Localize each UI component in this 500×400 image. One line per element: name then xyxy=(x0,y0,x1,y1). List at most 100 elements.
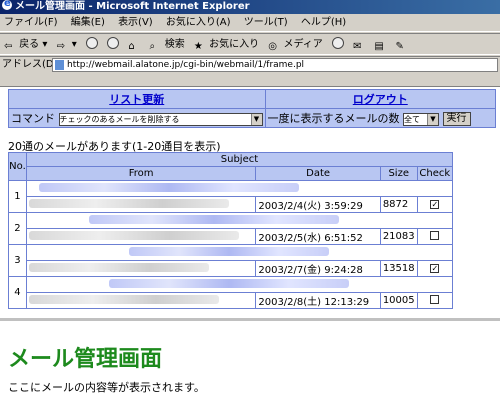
table-row: 3 xyxy=(8,244,454,277)
print-button[interactable]: ▤ xyxy=(374,34,386,56)
from-cell xyxy=(25,196,257,213)
row-checkbox[interactable] xyxy=(430,230,440,240)
history-icon xyxy=(331,37,344,49)
mail-button[interactable]: ✉ xyxy=(353,34,365,56)
menu-file[interactable]: ファイル(F) xyxy=(4,17,58,28)
subject-cell[interactable] xyxy=(25,276,454,293)
command-select-value: チェックのあるメールを削除する xyxy=(59,114,180,124)
favorites-label: お気に入り xyxy=(209,39,260,50)
search-icon: ⌕ xyxy=(149,41,156,52)
content-placeholder-text: ここにメールの内容等が表示されます。 xyxy=(8,381,205,394)
date-cell: 2003/2/4(火) 3:59:29 xyxy=(255,196,381,213)
per-page-select-value: 全て xyxy=(404,114,420,124)
media-label: メディア xyxy=(283,39,323,50)
menu-favorites[interactable]: お気に入り(A) xyxy=(166,17,231,28)
favorites-icon: ★ xyxy=(193,41,203,52)
row-number: 3 xyxy=(8,244,27,277)
subject-cell[interactable] xyxy=(25,212,454,229)
home-icon: ⌂ xyxy=(128,41,135,52)
page-icon xyxy=(55,60,64,70)
subject-link[interactable] xyxy=(88,214,339,224)
row-number: 2 xyxy=(8,212,27,245)
chevron-down-icon: ▼ xyxy=(250,113,262,125)
address-label: アドレス(D) xyxy=(2,59,58,70)
edit-icon: ✎ xyxy=(395,41,404,52)
command-cell: コマンド チェックのあるメールを削除する ▼ xyxy=(8,108,266,128)
date-cell: 2003/2/7(金) 9:24:28 xyxy=(255,260,381,277)
from-cell xyxy=(25,292,257,309)
logout-link[interactable]: ログアウト xyxy=(353,93,408,106)
history-button[interactable] xyxy=(331,34,344,56)
per-page-label: 一度に表示するメールの数 xyxy=(267,112,400,125)
forward-button[interactable]: ⇨ ▾ xyxy=(57,34,77,56)
execute-button[interactable]: 実行 xyxy=(442,112,471,126)
row-checkbox[interactable]: ✓ xyxy=(430,264,440,273)
check-cell xyxy=(416,228,454,245)
subject-link[interactable] xyxy=(108,278,349,288)
back-button[interactable]: ⇦ 戻る ▾ xyxy=(4,34,47,56)
control-table: リスト更新 ログアウト コマンド チェックのあるメールを削除する ▼ 一度に表示… xyxy=(8,89,496,128)
header-no: No. xyxy=(8,152,27,181)
table-row: 2003/2/7(金) 9:24:28 13518 ✓ xyxy=(9,260,454,277)
address-bar: アドレス(D) http://webmail.alatone.jp/cgi-bi… xyxy=(0,56,500,72)
header-from: From xyxy=(25,166,257,181)
subject-link[interactable] xyxy=(128,246,329,256)
media-icon: ◎ xyxy=(268,41,278,52)
address-url: http://webmail.alatone.jp/cgi-bin/webmai… xyxy=(67,60,305,70)
from-value xyxy=(28,262,209,272)
table-row: 2003/2/5(水) 6:51:52 21083 xyxy=(9,228,454,245)
menu-help[interactable]: ヘルプ(H) xyxy=(301,17,346,28)
home-button[interactable]: ⌂ xyxy=(128,34,140,56)
menu-view[interactable]: 表示(V) xyxy=(118,17,153,28)
command-label: コマンド xyxy=(11,112,55,125)
table-row: 2003/2/4(火) 3:59:29 8872 ✓ xyxy=(9,196,454,213)
size-cell: 10005 xyxy=(379,292,418,309)
check-cell: ✓ xyxy=(416,196,454,213)
print-icon: ▤ xyxy=(374,41,384,52)
window-title-bar: メール管理画面 - Microsoft Internet Explorer xyxy=(0,0,500,14)
refresh-list-link[interactable]: リスト更新 xyxy=(109,93,164,106)
table-row: 1 xyxy=(8,180,454,213)
media-button[interactable]: ◎ メディア xyxy=(268,34,323,56)
header-check: Check xyxy=(416,166,454,181)
header-size: Size xyxy=(379,166,418,181)
from-value xyxy=(28,294,219,304)
command-select[interactable]: チェックのあるメールを削除する ▼ xyxy=(58,112,263,126)
refresh-cell: リスト更新 xyxy=(8,89,266,109)
table-row: 2 xyxy=(8,212,454,245)
stop-icon xyxy=(85,37,98,49)
table-row: 4 xyxy=(8,276,454,309)
refresh-button[interactable] xyxy=(107,34,120,56)
stop-button[interactable] xyxy=(85,34,98,56)
subject-cell[interactable] xyxy=(25,180,454,197)
check-cell xyxy=(416,292,454,309)
subject-cell[interactable] xyxy=(25,244,454,261)
from-value xyxy=(28,230,239,240)
toolbar: ⇦ 戻る ▾ ⇨ ▾ ⌂ ⌕ 検索 ★ お気に入り ◎ メディア ✉ ▤ ✎ xyxy=(0,33,500,55)
mail-table: No. Subject From Date Size Check 1 2003/… xyxy=(8,152,454,309)
row-number: 1 xyxy=(8,180,27,213)
window-title: メール管理画面 - Microsoft Internet Explorer xyxy=(15,1,250,12)
from-cell xyxy=(25,228,257,245)
edit-button[interactable]: ✎ xyxy=(396,34,408,56)
size-cell: 13518 xyxy=(379,260,418,277)
mail-list-frame: リスト更新 ログアウト コマンド チェックのあるメールを削除する ▼ 一度に表示… xyxy=(0,86,500,318)
date-cell: 2003/2/5(水) 6:51:52 xyxy=(255,228,381,245)
row-checkbox[interactable] xyxy=(430,294,440,304)
row-checkbox[interactable]: ✓ xyxy=(430,200,440,209)
date-cell: 2003/2/8(土) 12:13:29 xyxy=(255,292,381,309)
back-label: 戻る xyxy=(19,39,40,50)
mail-icon: ✉ xyxy=(353,41,362,52)
favorites-button[interactable]: ★ お気に入り xyxy=(194,34,259,56)
menu-edit[interactable]: 編集(E) xyxy=(71,17,105,28)
search-button[interactable]: ⌕ 検索 xyxy=(150,34,185,56)
address-input[interactable]: http://webmail.alatone.jp/cgi-bin/webmai… xyxy=(52,58,498,72)
per-page-cell: 一度に表示するメールの数 全て ▼ 実行 xyxy=(264,108,496,128)
menu-tools[interactable]: ツール(T) xyxy=(244,17,288,28)
per-page-select[interactable]: 全て ▼ xyxy=(403,112,439,126)
ie-logo-icon xyxy=(2,0,12,11)
header-subject: Subject xyxy=(25,152,454,167)
back-arrow-icon: ⇦ xyxy=(4,41,13,52)
subject-link[interactable] xyxy=(38,182,299,192)
refresh-icon xyxy=(107,37,120,49)
